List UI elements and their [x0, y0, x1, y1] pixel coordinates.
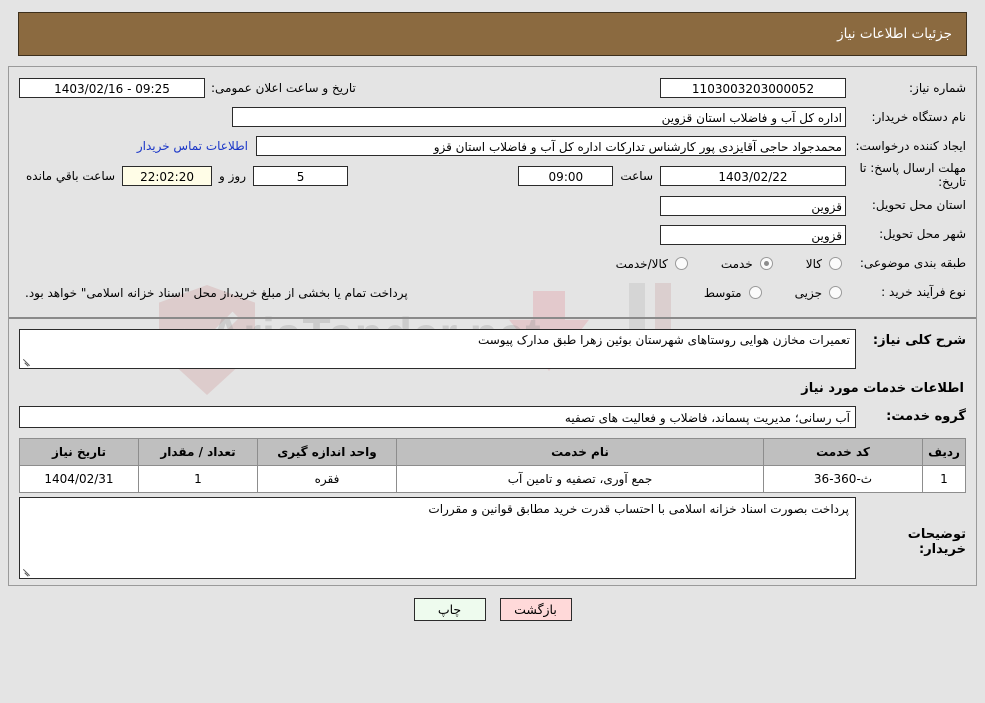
city-label: شهر محل تحویل:	[879, 227, 966, 242]
buyer-notes-text: پرداخت بصورت اسناد خزانه اسلامی با احتسا…	[428, 501, 849, 516]
deadline-hour-label: ساعت	[620, 168, 653, 183]
remaining-time-value: 22:02:20	[122, 165, 213, 186]
radio-icon[interactable]	[748, 286, 762, 300]
cell-name: جمع آوری، تصفیه و تامین آب	[396, 464, 764, 493]
row-classification: طبقه بندی موضوعی: کالا خدمت کالا/خدمت	[19, 251, 966, 277]
cell-qty: 1	[138, 464, 258, 493]
deadline-date-value: 1403/02/22	[660, 165, 846, 186]
buyer-notes-label: توضیحات خریدار:	[907, 526, 966, 557]
deadline-hour-value: 09:00	[518, 165, 614, 186]
public-announce-value: 09:25 - 1403/02/16	[19, 78, 205, 98]
creator-label: ایجاد کننده درخواست:	[855, 138, 966, 153]
classification-option-kala-khedmat[interactable]: کالا/خدمت	[613, 257, 692, 271]
classification-option-label: کالا/خدمت	[615, 256, 668, 271]
column-header-row-no: ردیف	[922, 437, 966, 466]
footer-button-bar: بازگشت چاپ	[0, 597, 985, 633]
classification-label: طبقه بندی موضوعی:	[859, 256, 966, 271]
remaining-group: 5 روز و 22:02:20 ساعت باقي مانده	[19, 165, 349, 186]
need-number-label: شماره نیاز:	[909, 80, 966, 95]
buyer-contact-link[interactable]: اطلاعات تماس خریدار	[129, 139, 256, 153]
row-deadline: مهلت ارسال پاسخ: تا تاریخ: 1403/02/22 سا…	[19, 161, 966, 190]
print-button[interactable]: چاپ	[413, 597, 486, 621]
column-header-code: کد خدمت	[763, 437, 923, 466]
column-header-name: نام خدمت	[396, 437, 764, 466]
services-table: ردیف کد خدمت نام خدمت واحد اندازه گیری ت…	[19, 437, 966, 493]
row-service-group: گروه خدمت: آب رسانی؛ مدیریت پسماند، فاضل…	[19, 405, 966, 428]
cell-date: 1404/02/31	[19, 464, 139, 493]
province-label: استان محل تحویل:	[871, 198, 966, 213]
payment-note: پرداخت تمام یا بخشی از مبلغ خرید،از محل …	[25, 285, 408, 300]
services-section: شرح کلی نیاز: تعمیرات مخازن هوایی روستاه…	[9, 319, 976, 585]
details-panel: AriaTender.net شماره نیاز: 1103003203000…	[8, 66, 977, 585]
cell-unit: فقره	[257, 464, 397, 493]
page-title: جزئیات اطلاعات نیاز	[837, 26, 952, 42]
deadline-label: مهلت ارسال پاسخ: تا تاریخ:	[859, 161, 966, 189]
row-need-number: شماره نیاز: 1103003203000052 تاریخ و ساع…	[19, 75, 966, 101]
process-type-option-motavaset[interactable]: متوسط	[701, 286, 766, 300]
row-city: شهر محل تحویل: قزوین	[19, 222, 966, 248]
public-announce-label: تاریخ و ساعت اعلان عمومی:	[211, 81, 356, 95]
classification-option-kala[interactable]: کالا	[803, 257, 846, 271]
table-header-row: ردیف کد خدمت نام خدمت واحد اندازه گیری ت…	[19, 437, 966, 466]
row-buyer-notes: توضیحات خریدار: پرداخت بصورت اسناد خزانه…	[19, 496, 966, 579]
public-announce-group: تاریخ و ساعت اعلان عمومی: 09:25 - 1403/0…	[19, 78, 362, 98]
column-header-unit: واحد اندازه گیری	[257, 437, 397, 466]
classification-radio-group: کالا خدمت کالا/خدمت	[587, 257, 846, 271]
creator-value: محمدجواد حاجی آقایزدی پور کارشناس تدارکا…	[256, 136, 846, 156]
need-summary-value: تعمیرات مخازن هوایی روستاهای شهرستان بوئ…	[19, 328, 856, 369]
panel-bottom-divider	[8, 584, 977, 586]
row-buyer-org: نام دستگاه خریدار: اداره کل آب و فاضلاب …	[19, 104, 966, 130]
need-number-value: 1103003203000052	[660, 78, 846, 98]
process-type-radio-group: جزیی متوسط	[675, 286, 846, 300]
need-info-section: شماره نیاز: 1103003203000052 تاریخ و ساع…	[9, 67, 976, 319]
page-header: جزئیات اطلاعات نیاز	[18, 12, 967, 56]
process-type-option-jozi[interactable]: جزیی	[792, 286, 846, 300]
buyer-org-value: اداره کل آب و فاضلاب استان قزوین	[232, 107, 846, 127]
back-button[interactable]: بازگشت	[499, 597, 572, 621]
column-header-qty: تعداد / مقدار	[138, 437, 258, 466]
cell-row-no: 1	[922, 464, 966, 493]
buyer-notes-value: پرداخت بصورت اسناد خزانه اسلامی با احتسا…	[19, 496, 856, 579]
process-type-label: نوع فرآیند خرید :	[881, 285, 966, 300]
radio-icon[interactable]	[829, 257, 842, 271]
classification-option-label: خدمت	[720, 256, 753, 271]
process-type-option-label: متوسط	[703, 285, 742, 300]
remaining-days-value: 5	[253, 165, 349, 186]
service-group-label: گروه خدمت:	[886, 409, 966, 425]
services-section-title: اطلاعات خدمات مورد نیاز	[801, 380, 964, 396]
service-group-value: آب رسانی؛ مدیریت پسماند، فاضلاب و فعالیت…	[19, 405, 856, 428]
process-type-option-label: جزیی	[794, 285, 822, 300]
remaining-days-label: روز و	[219, 168, 247, 183]
need-summary-label: شرح کلی نیاز:	[872, 332, 966, 348]
row-need-summary: شرح کلی نیاز: تعمیرات مخازن هوایی روستاه…	[19, 328, 966, 369]
row-process-type: نوع فرآیند خرید : جزیی متوسط پرداخت تمام…	[19, 280, 966, 306]
province-value: قزوین	[660, 195, 846, 216]
city-value: قزوین	[660, 224, 846, 245]
radio-icon[interactable]	[759, 257, 773, 271]
radio-icon[interactable]	[674, 257, 688, 271]
buyer-org-label: نام دستگاه خریدار:	[871, 109, 967, 124]
row-creator: ایجاد کننده درخواست: محمدجواد حاجی آقایز…	[19, 133, 966, 159]
need-summary-text: تعمیرات مخازن هوایی روستاهای شهرستان بوئ…	[477, 332, 850, 347]
resize-handle-icon[interactable]	[22, 567, 32, 577]
classification-option-khedmat[interactable]: خدمت	[718, 257, 777, 271]
row-province: استان محل تحویل: قزوین	[19, 193, 966, 219]
resize-handle-icon[interactable]	[22, 357, 32, 367]
classification-option-label: کالا	[805, 256, 822, 271]
table-row: 1 ث-360-36 جمع آوری، تصفیه و تامین آب فق…	[19, 464, 966, 493]
radio-icon[interactable]	[829, 286, 842, 300]
remaining-time-label: ساعت باقي مانده	[26, 168, 116, 183]
column-header-date: تاریخ نیاز	[19, 437, 139, 466]
cell-code: ث-360-36	[763, 464, 923, 493]
